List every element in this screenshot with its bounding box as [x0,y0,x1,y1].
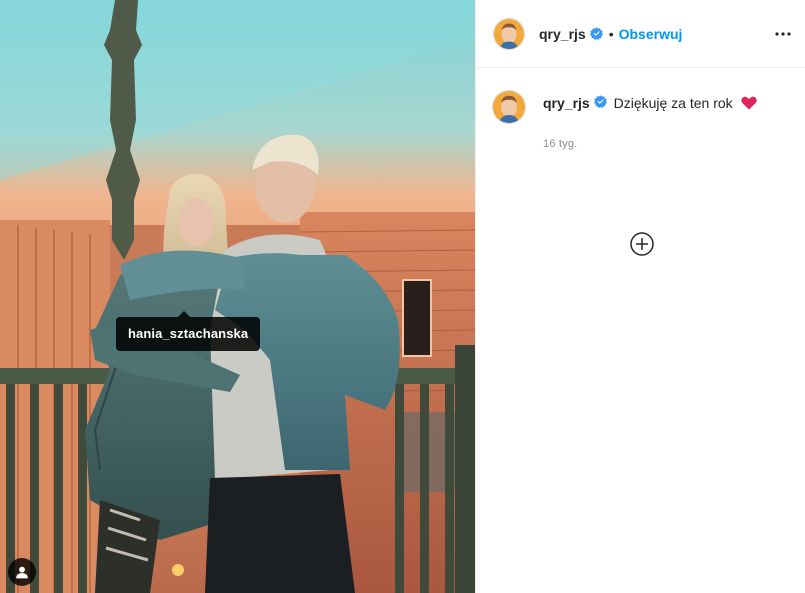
add-circle-icon[interactable] [629,231,655,257]
avatar[interactable] [493,17,525,50]
header-username[interactable]: qry_rjs [539,26,586,42]
caption-text: Dziękuję za ten rok [613,95,733,111]
caption-username[interactable]: qry_rjs [543,95,590,111]
follow-button[interactable]: Obserwuj [619,26,683,42]
post-photo[interactable]: hania_sztachanska [0,0,475,593]
avatar-image [493,91,525,123]
caption: qry_rjs Dziękuję za ten rok [492,88,789,124]
post-header: qry_rjs • Obserwuj [476,0,805,68]
post-side-panel: qry_rjs • Obserwuj qry_rjs Dziękuję za t… [475,0,805,593]
post-timestamp[interactable]: 16 tyg. [543,138,789,150]
verified-badge-icon [589,27,603,40]
verified-badge-icon [593,95,607,108]
user-tag-label[interactable]: hania_sztachanska [116,311,261,351]
more-options-icon[interactable] [773,24,793,44]
user-silhouette-icon [16,566,28,579]
user-tag-icon[interactable] [8,558,36,586]
caption-avatar[interactable] [492,90,526,124]
caption-body: qry_rjs Dziękuję za ten rok [543,88,757,112]
comments-section: qry_rjs Dziękuję za ten rok 16 tyg. [476,68,805,256]
instagram-post: hania_sztachanska qry_rjs • Obserwuj qry… [0,0,805,593]
avatar-image [494,18,524,49]
heart-emoji-icon [740,96,757,110]
photo-image [0,0,475,593]
separator-dot: • [608,25,614,42]
